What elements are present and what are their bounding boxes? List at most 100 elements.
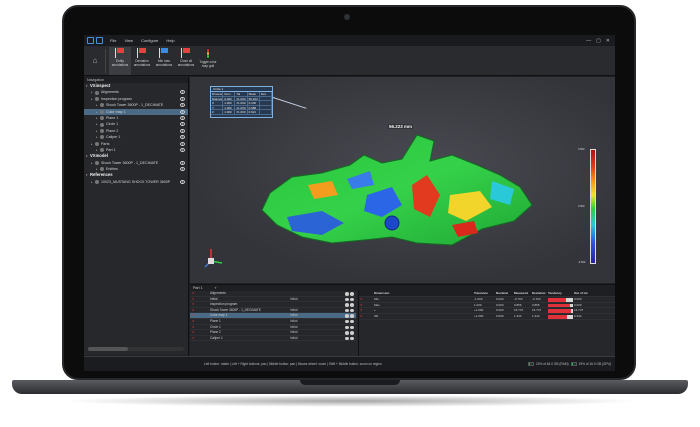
visibility-eye-icon[interactable] [180, 115, 185, 120]
probe-tool-icon[interactable]: ⌂ [88, 46, 102, 74]
column-header[interactable]: Tendency [547, 291, 573, 296]
color-map-icon[interactable] [350, 331, 354, 335]
color-map-icon[interactable] [350, 336, 354, 341]
dimension-cell [259, 110, 272, 115]
color-map-icon[interactable] [350, 314, 354, 318]
menu-help[interactable]: Help [162, 35, 178, 46]
visibility-eye-icon[interactable] [180, 141, 185, 146]
visibility-eye-icon[interactable] [180, 160, 185, 165]
visibility-eye-icon[interactable] [180, 167, 185, 172]
visibility-eye-icon[interactable] [180, 147, 185, 152]
row-visibility-controls [345, 303, 354, 307]
visibility-eye-icon[interactable] [180, 103, 185, 108]
eye-icon[interactable] [345, 331, 349, 335]
3d-viewport[interactable]: Circle 1 DimensionNomTolMeasDevDiameter0… [190, 77, 615, 307]
eye-icon[interactable] [345, 308, 349, 313]
eye-icon[interactable] [345, 319, 349, 324]
traffic-light-icon [206, 48, 210, 59]
minimize-button[interactable]: — [586, 38, 591, 44]
window-controls: — ▢ ✕ [586, 38, 615, 44]
menu-configure[interactable]: Configure [137, 35, 162, 46]
color-map-icon[interactable] [350, 319, 354, 324]
close-all-annotations-button[interactable]: Close all annotations [175, 47, 197, 75]
visibility-eye-icon[interactable] [180, 179, 185, 184]
entity-annotations-button[interactable]: Entity annotations [109, 47, 131, 75]
colorbar-mid-label: 0.000 [578, 205, 585, 208]
column-header[interactable]: Dimension [373, 291, 473, 296]
eye-icon[interactable] [345, 325, 349, 330]
status-hint-text: Left button: rotate | Left + Right butto… [204, 362, 382, 366]
nav-tree-item[interactable]: ▸ 10023_MUSTANG SHOCK TOWER 3600P [84, 179, 188, 185]
result-out-of-tolerance: 0.000 [574, 296, 582, 301]
entity-icon [100, 148, 104, 153]
entity-icon [100, 135, 104, 140]
column-header[interactable]: Measured [513, 291, 531, 296]
circle-dimension-table[interactable]: Circle 1 DimensionNomTolMeasDevDiameter0… [210, 86, 273, 118]
status-x-icon: ✕ [360, 296, 363, 301]
status-x-icon: ✕ [192, 302, 195, 307]
status-x-icon: ✕ [360, 314, 363, 319]
column-header[interactable]: Deviation [531, 291, 547, 296]
scrollbar-thumb[interactable] [88, 347, 128, 351]
measurement-annotation[interactable]: 56.223 mm [388, 124, 414, 129]
column-header[interactable]: Out of tol. [573, 291, 590, 296]
toggle-color-map-grid-label: Toggle color map grid [199, 60, 217, 68]
deviation-annotations-button[interactable]: Deviation annotations [131, 47, 153, 75]
visibility-eye-icon[interactable] [180, 90, 185, 95]
tendency-bar-fill [548, 315, 567, 319]
inspection-item-label: Plane 1 [210, 318, 221, 323]
tendency-bar [548, 303, 573, 308]
min-max-annotations-label: Min max annotations [155, 59, 173, 67]
column-header[interactable] [359, 291, 373, 296]
menu-bar: File View Configure Help — ▢ ✕ [84, 35, 615, 46]
inspection-item-label: Color map 1 [210, 313, 228, 318]
color-map-icon[interactable] [350, 292, 354, 296]
maximize-button[interactable]: ▢ [596, 38, 601, 44]
close-button[interactable]: ✕ [606, 38, 610, 44]
visibility-eye-icon[interactable] [180, 109, 185, 114]
inspection-item-row[interactable]: ✕ Caliper 1 Initial [190, 336, 356, 342]
color-map-icon[interactable] [350, 297, 354, 302]
eye-icon[interactable] [345, 336, 349, 341]
app-logo-icon[interactable] [84, 35, 106, 46]
eye-icon[interactable] [345, 292, 349, 296]
result-deviation: 0.856 [532, 302, 540, 307]
inspection-item-label: Plane 2 [210, 330, 221, 335]
color-map-icon[interactable] [350, 325, 354, 330]
min-max-annotations-button[interactable]: Min max annotations [153, 47, 175, 75]
eye-icon[interactable] [345, 303, 349, 307]
flag-red-icon [180, 48, 192, 58]
result-dimension: Max. [374, 302, 381, 307]
entity-icon [100, 109, 104, 114]
result-deviation: -0.703 [532, 296, 541, 301]
result-out-of-tolerance: 14.747 [574, 308, 584, 313]
eye-icon[interactable] [345, 314, 349, 318]
visibility-eye-icon[interactable] [180, 135, 185, 140]
tendency-bar-fill [548, 297, 566, 302]
row-visibility-controls [345, 336, 354, 341]
status-x-icon: ✕ [192, 335, 195, 340]
column-header[interactable]: Nominal [495, 291, 513, 296]
color-map-icon[interactable] [350, 303, 354, 307]
color-map-part-model[interactable] [252, 125, 542, 255]
visibility-eye-icon[interactable] [180, 128, 185, 133]
toggle-color-map-grid-button[interactable]: Toggle color map grid [197, 47, 219, 75]
visibility-eye-icon[interactable] [180, 96, 185, 101]
tendency-cell [547, 314, 573, 319]
ram-meter-icon [527, 362, 534, 366]
result-row[interactable]: ✕ SD +1.000 0.000 1.342 1.342 0.342 [359, 314, 615, 320]
horizontal-scrollbar[interactable] [88, 347, 184, 351]
tendency-bar [548, 297, 573, 302]
eye-icon[interactable] [345, 297, 349, 302]
column-header[interactable]: Tolerance [473, 291, 495, 296]
entity-icon [95, 90, 99, 95]
tendency-cell [547, 297, 573, 302]
color-map-icon[interactable] [350, 308, 354, 313]
visibility-eye-icon[interactable] [180, 122, 185, 127]
entity-icon [100, 116, 104, 121]
menu-file[interactable]: File [106, 35, 120, 46]
laptop-base-notch [300, 380, 400, 385]
entity-icon [100, 122, 104, 127]
chevron-down-icon[interactable]: ▾ [215, 286, 217, 290]
menu-view[interactable]: View [120, 35, 137, 46]
